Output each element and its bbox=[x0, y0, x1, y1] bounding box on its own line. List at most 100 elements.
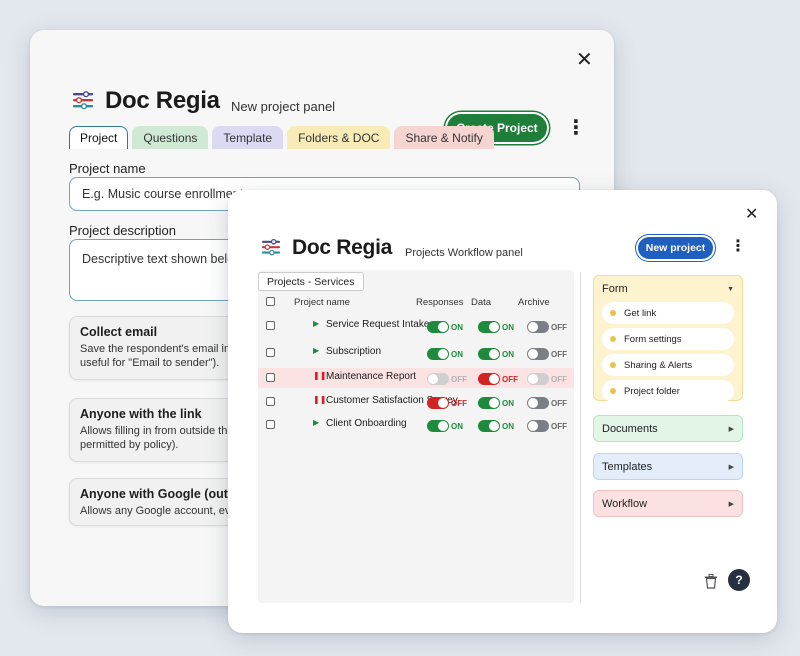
sharing-alerts-item[interactable]: Sharing & Alerts bbox=[602, 354, 734, 376]
archive-toggle[interactable] bbox=[527, 373, 549, 385]
data-state: ON bbox=[502, 422, 514, 431]
archive-toggle[interactable] bbox=[527, 348, 549, 360]
trash-icon[interactable] bbox=[701, 571, 721, 591]
app-title: Doc Regia bbox=[292, 236, 392, 259]
archive-state: OFF bbox=[551, 422, 567, 431]
bullet-icon bbox=[610, 336, 616, 342]
sharing-alerts-label: Sharing & Alerts bbox=[624, 359, 693, 371]
row-checkbox[interactable] bbox=[266, 420, 275, 429]
bullet-icon bbox=[610, 388, 616, 394]
play-icon[interactable]: ▶ bbox=[313, 419, 319, 427]
data-state: OFF bbox=[502, 375, 518, 384]
templates-label: Templates bbox=[602, 460, 653, 473]
table-row[interactable]: ❚❚ Customer Satisfaction Survey OFF ON O… bbox=[258, 392, 574, 412]
pause-icon[interactable]: ❚❚ bbox=[313, 396, 326, 404]
row-checkbox[interactable] bbox=[266, 373, 275, 382]
responses-toggle[interactable] bbox=[427, 348, 449, 360]
responses-toggle[interactable] bbox=[427, 397, 449, 409]
bullet-icon bbox=[610, 310, 616, 316]
responses-state: ON bbox=[451, 323, 463, 332]
documents-label: Documents bbox=[602, 422, 658, 435]
row-checkbox[interactable] bbox=[266, 348, 275, 357]
table-row[interactable]: ▶ Client Onboarding ON ON OFF bbox=[258, 415, 574, 435]
form-settings-item[interactable]: Form settings bbox=[602, 328, 734, 350]
row-checkbox[interactable] bbox=[266, 397, 275, 406]
data-toggle[interactable] bbox=[478, 321, 500, 333]
play-icon[interactable]: ▶ bbox=[313, 347, 319, 355]
archive-toggle[interactable] bbox=[527, 397, 549, 409]
more-options-icon[interactable]: ⋮ bbox=[730, 239, 746, 255]
responses-state: OFF bbox=[451, 375, 467, 384]
column-header-archive: Archive bbox=[518, 297, 550, 308]
table-row[interactable]: ▶ Subscription ON ON OFF bbox=[258, 343, 574, 363]
panel-subtitle: New project panel bbox=[231, 99, 336, 114]
caret-right-icon: ▶ bbox=[728, 425, 734, 433]
archive-toggle[interactable] bbox=[527, 420, 549, 432]
workflow-section[interactable]: Workflow ▶ bbox=[593, 490, 743, 517]
project-folder-label: Project folder bbox=[624, 385, 680, 397]
get-link-item[interactable]: Get link bbox=[602, 302, 734, 324]
data-state: ON bbox=[502, 323, 514, 332]
responses-state: OFF bbox=[451, 399, 467, 408]
tab-share-notify[interactable]: Share & Notify bbox=[394, 126, 494, 149]
archive-toggle[interactable] bbox=[527, 321, 549, 333]
pause-icon[interactable]: ❚❚ bbox=[313, 372, 326, 380]
tab-questions[interactable]: Questions bbox=[132, 126, 209, 149]
data-toggle[interactable] bbox=[478, 420, 500, 432]
app-title: Doc Regia bbox=[105, 87, 220, 114]
table-row[interactable]: ▶ Service Request Intake ON ON OFF bbox=[258, 316, 574, 336]
caret-right-icon: ▶ bbox=[728, 463, 734, 471]
project-name: Service Request Intake bbox=[326, 319, 430, 330]
project-folder-item[interactable]: Project folder bbox=[602, 380, 734, 402]
sliders-logo-icon bbox=[262, 238, 280, 256]
responses-toggle[interactable] bbox=[427, 373, 449, 385]
close-icon[interactable]: ✕ bbox=[745, 207, 758, 223]
divider bbox=[580, 272, 581, 602]
project-name: Client Onboarding bbox=[326, 418, 407, 429]
panel-subtitle: Projects Workflow panel bbox=[405, 247, 523, 259]
breadcrumb[interactable]: Projects - Services bbox=[258, 272, 364, 291]
documents-section[interactable]: Documents ▶ bbox=[593, 415, 743, 442]
play-icon[interactable]: ▶ bbox=[313, 320, 319, 328]
tab-template[interactable]: Template bbox=[212, 126, 284, 149]
close-icon[interactable]: ✕ bbox=[576, 50, 593, 70]
templates-section[interactable]: Templates ▶ bbox=[593, 453, 743, 480]
get-link-label: Get link bbox=[624, 307, 657, 319]
project-description-label: Project description bbox=[69, 223, 176, 238]
archive-state: OFF bbox=[551, 399, 567, 408]
sliders-logo-icon bbox=[73, 91, 93, 110]
responses-toggle[interactable] bbox=[427, 321, 449, 333]
row-checkbox[interactable] bbox=[266, 321, 275, 330]
bullet-icon bbox=[610, 362, 616, 368]
column-header-project-name: Project name bbox=[294, 297, 350, 308]
project-name: Subscription bbox=[326, 346, 382, 357]
archive-state: OFF bbox=[551, 375, 567, 384]
responses-toggle[interactable] bbox=[427, 420, 449, 432]
help-icon[interactable]: ? bbox=[728, 569, 750, 591]
responses-state: ON bbox=[451, 422, 463, 431]
caret-down-icon: ▼ bbox=[727, 285, 734, 293]
projects-workflow-panel: ✕ Doc Regia Projects Workflow panel New … bbox=[228, 190, 777, 633]
caret-right-icon: ▶ bbox=[728, 500, 734, 508]
data-toggle[interactable] bbox=[478, 397, 500, 409]
responses-state: ON bbox=[451, 350, 463, 359]
table-row[interactable]: ❚❚ Maintenance Report OFF OFF OFF bbox=[258, 368, 574, 388]
more-options-icon[interactable]: ⋮ bbox=[566, 118, 586, 138]
new-project-button[interactable]: New project bbox=[638, 237, 713, 259]
tab-folders-doc[interactable]: Folders & DOC bbox=[287, 126, 391, 149]
workflow-label: Workflow bbox=[602, 497, 648, 510]
select-all-checkbox[interactable] bbox=[266, 297, 275, 306]
project-name: Maintenance Report bbox=[326, 371, 417, 382]
tab-project[interactable]: Project bbox=[69, 126, 129, 149]
column-header-data: Data bbox=[471, 297, 492, 308]
form-section-header[interactable]: Form ▼ bbox=[594, 276, 742, 302]
data-toggle[interactable] bbox=[478, 348, 500, 360]
archive-state: OFF bbox=[551, 323, 567, 332]
data-state: ON bbox=[502, 399, 514, 408]
column-header-responses: Responses bbox=[416, 297, 464, 308]
archive-state: OFF bbox=[551, 350, 567, 359]
project-tabs: Project Questions Template Folders & DOC… bbox=[69, 126, 494, 149]
project-name-label: Project name bbox=[69, 161, 146, 176]
data-toggle[interactable] bbox=[478, 373, 500, 385]
form-settings-label: Form settings bbox=[624, 333, 682, 345]
